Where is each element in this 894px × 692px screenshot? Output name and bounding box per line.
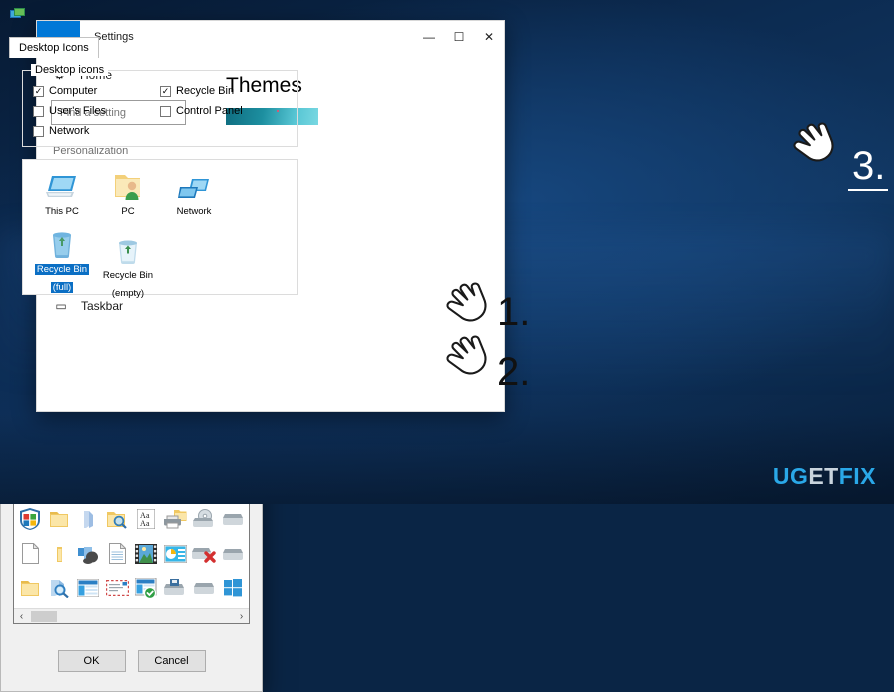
- preview-icon-network[interactable]: Network: [161, 167, 227, 219]
- ugetfix-logo: UG ET FIX: [773, 463, 876, 490]
- pointing-hand-cursor-1: [443, 277, 503, 331]
- drive-icon[interactable]: [219, 503, 247, 537]
- checkbox-users-files-box: [33, 105, 44, 117]
- window-check-icon[interactable]: [132, 572, 160, 606]
- folder-icon[interactable]: [16, 572, 44, 606]
- preview-icon-recycle-bin-full[interactable]: Recycle Bin (full): [29, 225, 95, 301]
- pointing-hand-cursor-3: [790, 117, 850, 171]
- scroll-left-arrow-icon[interactable]: ‹: [14, 611, 29, 622]
- preview-icon-recycle-bin-empty-label: Recycle Bin: [102, 270, 154, 281]
- checkbox-computer-label: Computer: [49, 85, 98, 97]
- checkbox-network-label: Network: [49, 125, 90, 137]
- puzzle-icon[interactable]: [74, 537, 102, 571]
- drive-icon[interactable]: [190, 572, 218, 606]
- taskbar-icon: ▭: [55, 299, 67, 313]
- checkbox-users-files-label: User's Files: [49, 105, 107, 117]
- preview-icon-pc-label: PC: [121, 206, 135, 217]
- printer-folder-icon[interactable]: [161, 503, 189, 537]
- logo-part-3: FIX: [838, 463, 876, 489]
- scrollbar-thumb[interactable]: [31, 610, 57, 622]
- blank-page-icon[interactable]: [16, 537, 44, 571]
- folder-icon[interactable]: [45, 503, 73, 537]
- tabstrip: Desktop Icons: [9, 36, 311, 58]
- preview-icon-recycle-bin-full-label: Recycle Bin: [34, 264, 90, 275]
- annotation-step-3-underline: [848, 189, 888, 191]
- checkbox-control-panel-box: [160, 105, 171, 117]
- annotation-step-2: 2.: [497, 350, 531, 394]
- checkbox-control-panel[interactable]: Control Panel: [160, 105, 287, 117]
- recycle-bin-empty-icon: [95, 231, 161, 265]
- ok-button[interactable]: OK: [57, 650, 126, 672]
- folder-search-icon[interactable]: [103, 503, 131, 537]
- floppy-drive-icon[interactable]: [161, 572, 189, 606]
- scrollbar-track[interactable]: [29, 609, 234, 623]
- checkbox-users-files[interactable]: User's Files: [33, 105, 160, 117]
- cancel-button[interactable]: Cancel: [137, 650, 206, 672]
- sidebar-item-taskbar-label: Taskbar: [81, 299, 124, 313]
- network-icon: [161, 167, 227, 201]
- annotation-step-1: 1.: [497, 290, 531, 334]
- desktop-icon-settings-app-icon: [10, 8, 25, 21]
- windows-logo-icon[interactable]: [219, 572, 247, 606]
- drive-remove-icon[interactable]: [190, 537, 218, 571]
- scroll-right-arrow-icon[interactable]: ›: [234, 611, 249, 622]
- desktop-icons-group-legend: Desktop icons: [31, 64, 109, 76]
- user-folder-icon: [95, 167, 161, 201]
- windows-shield-icon[interactable]: [16, 503, 44, 537]
- folder-thin-icon[interactable]: [45, 537, 73, 571]
- desktop-icons-checkbox-grid: ✓ Computer ✓ Recycle Bin User's Files Co…: [33, 85, 287, 137]
- logo-part-2: ET: [808, 463, 839, 489]
- pointing-hand-cursor-2: [443, 330, 503, 384]
- checkbox-computer-box: ✓: [33, 85, 44, 97]
- checkbox-network-box: [33, 125, 44, 137]
- preview-icon-recycle-bin-empty-sublabel: (empty): [111, 288, 145, 299]
- checkbox-recycle-bin-box: ✓: [160, 85, 171, 97]
- lined-document-icon[interactable]: [103, 537, 131, 571]
- preview-icon-this-pc-label: This PC: [45, 206, 79, 217]
- preview-icon-network-label: Network: [176, 206, 212, 217]
- desktop-icons-groupbox: Desktop icons ✓ Computer ✓ Recycle Bin U…: [22, 64, 298, 147]
- presentation-icon[interactable]: [161, 537, 189, 571]
- maximize-button[interactable]: ☐: [444, 21, 474, 52]
- icon-list-horizontal-scrollbar[interactable]: ‹ ›: [14, 608, 249, 623]
- change-icon-footer: OK Cancel: [13, 650, 250, 672]
- window-caption-buttons: — ☐ ✕: [414, 21, 504, 52]
- preview-icon-pc[interactable]: PC: [95, 167, 161, 219]
- checkbox-control-panel-label: Control Panel: [176, 105, 243, 117]
- checkbox-recycle-bin-label: Recycle Bin: [176, 85, 235, 97]
- window-icon[interactable]: [74, 572, 102, 606]
- film-strip-icon[interactable]: [132, 537, 160, 571]
- monitor-app-icon: [10, 8, 25, 18]
- envelope-icon[interactable]: [103, 572, 131, 606]
- logo-part-1: UG: [772, 463, 809, 489]
- minimize-button[interactable]: —: [414, 21, 444, 52]
- preview-icon-recycle-bin-full-sublabel: (full): [50, 282, 74, 293]
- checkbox-recycle-bin[interactable]: ✓ Recycle Bin: [160, 85, 287, 97]
- folder-search-blue-icon[interactable]: [45, 572, 73, 606]
- tab-desktop-icons[interactable]: Desktop Icons: [9, 37, 99, 58]
- drive-icon[interactable]: [219, 537, 247, 571]
- monitor-icon: [29, 167, 95, 201]
- recycle-bin-full-icon: [29, 225, 95, 259]
- svg-text:a: a: [146, 519, 150, 528]
- fonts-icon[interactable]: AaAa: [132, 503, 160, 537]
- close-button[interactable]: ✕: [474, 21, 504, 52]
- preview-icon-recycle-bin-empty[interactable]: Recycle Bin (empty): [95, 231, 161, 301]
- checkbox-network[interactable]: Network: [33, 125, 160, 137]
- folder-blue-narrow-icon[interactable]: [74, 503, 102, 537]
- disc-drive-icon[interactable]: [190, 503, 218, 537]
- icon-preview-list[interactable]: This PC PC Network Recycle Bin (full) Re…: [22, 159, 298, 299]
- preview-icon-this-pc[interactable]: This PC: [29, 167, 95, 219]
- annotation-step-3: 3.: [852, 144, 886, 188]
- desktop-vignette: [0, 414, 894, 504]
- checkbox-computer[interactable]: ✓ Computer: [33, 85, 160, 97]
